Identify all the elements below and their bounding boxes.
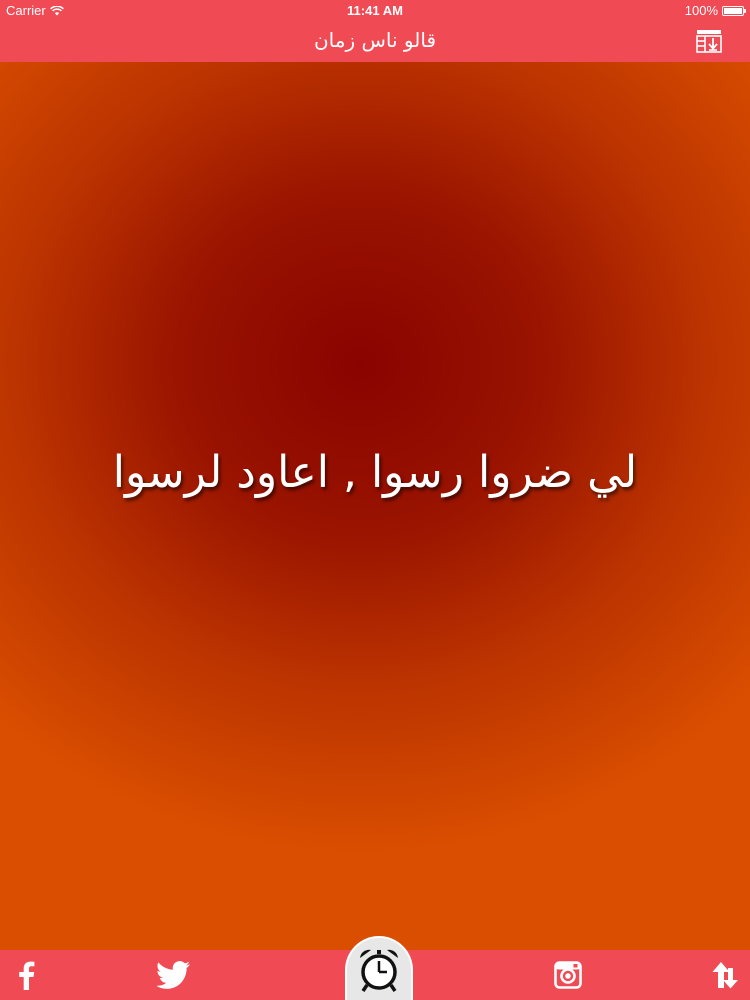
battery-percent: 100% [684,3,718,18]
alarm-button[interactable] [347,938,411,1000]
alarm-clock-icon [360,949,398,992]
instagram-icon [554,961,582,989]
list-download-icon[interactable] [696,29,722,53]
nav-title: قالو ناس زمان [313,28,437,52]
status-time: 11:41 AM [347,3,403,18]
app-screen: Carrier 11:41 AM 100% قالو ناس زمان لي ض… [0,0,750,1000]
quote-background: لي ضروا رسوا , اعاود لرسوا [0,62,750,950]
nav-bar: قالو ناس زمان [0,20,750,62]
facebook-icon [19,961,35,990]
shuffle-button[interactable] [706,958,742,992]
status-right: 100% [684,3,746,18]
shuffle-arrows-icon [712,962,738,989]
twitter-icon [157,961,190,989]
battery-fill [724,7,742,14]
quote-text: لي ضروا رسوا , اعاود لرسوا [112,447,638,498]
status-bar: Carrier 11:41 AM 100% [0,0,750,20]
battery-icon [722,5,746,16]
facebook-share-button[interactable] [8,958,44,992]
instagram-share-button[interactable] [550,958,586,992]
twitter-share-button[interactable] [156,958,192,992]
